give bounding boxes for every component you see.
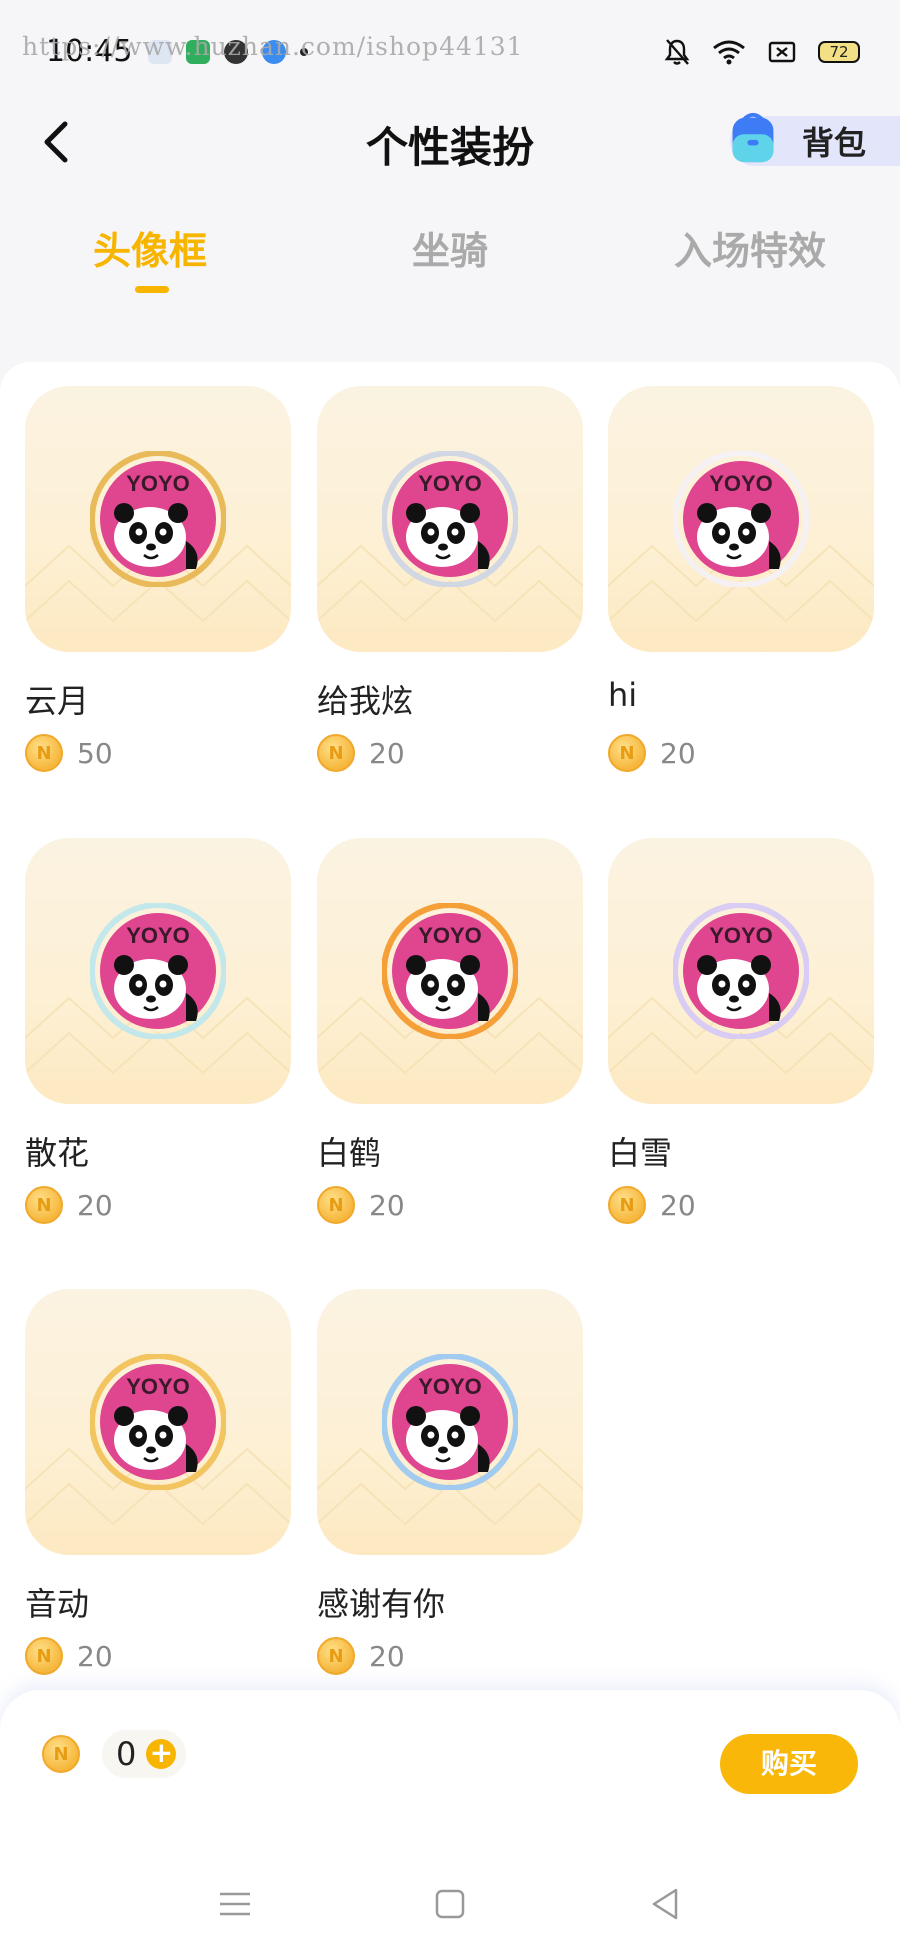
coin-icon: N xyxy=(317,734,355,772)
avatar-yoyo-text: YOYO xyxy=(126,471,190,496)
panda-avatar: YOYO xyxy=(382,903,518,1039)
avatar-frame-preview[interactable]: YOYO xyxy=(317,1289,583,1555)
panda-avatar: YOYO xyxy=(382,451,518,587)
square-home-icon xyxy=(435,1889,465,1919)
avatar-frame-preview[interactable]: YOYO xyxy=(608,838,874,1104)
wifi-icon xyxy=(713,40,745,65)
avatar-yoyo-text: YOYO xyxy=(418,1374,482,1399)
home-nav-button[interactable] xyxy=(430,1884,470,1924)
backpack-icon xyxy=(732,112,774,163)
item-name: 给我炫 xyxy=(317,682,414,720)
menu-lines-icon xyxy=(220,1892,250,1916)
tab-entrance-effect[interactable]: 入场特效 xyxy=(670,220,830,275)
watermark-url: https://www.huzhan.com/ishop44131 xyxy=(22,32,524,61)
coin-icon: N xyxy=(317,1637,355,1675)
tab-bar: 头像框 坐骑 入场特效 xyxy=(0,220,900,300)
item-price: 20 xyxy=(77,1639,113,1673)
coin-icon: N xyxy=(25,734,63,772)
avatar-frame-item[interactable]: YOYO 音动 N 20 xyxy=(25,1289,291,1675)
avatar-yoyo-text: YOYO xyxy=(418,471,482,496)
item-name: 云月 xyxy=(25,682,90,720)
buy-button[interactable]: 购买 xyxy=(720,1734,858,1794)
balance-value: 0 xyxy=(116,1735,137,1773)
avatar-frame-item[interactable]: YOYO 感谢有你 N 20 xyxy=(317,1289,583,1675)
back-nav-button[interactable] xyxy=(645,1884,685,1924)
panda-avatar: YOYO xyxy=(673,903,809,1039)
avatar-frame-item[interactable]: YOYO 散花 N 20 xyxy=(25,838,291,1224)
avatar-yoyo-text: YOYO xyxy=(709,923,773,948)
status-bar: 10:45 https://www.huzhan.com/ishop44131 … xyxy=(0,0,900,100)
coin-icon: N xyxy=(25,1186,63,1224)
item-price: 20 xyxy=(369,1639,405,1673)
battery-indicator: 72 xyxy=(818,41,860,63)
avatar-frame-preview[interactable]: YOYO xyxy=(25,1289,291,1555)
avatar-frame-preview[interactable]: YOYO xyxy=(317,386,583,652)
avatar-frame-preview[interactable]: YOYO xyxy=(608,386,874,652)
coin-icon: N xyxy=(317,1186,355,1224)
avatar-frame-item[interactable]: YOYO hi N 20 xyxy=(608,386,874,772)
system-nav-bar xyxy=(0,1870,900,1950)
panda-avatar: YOYO xyxy=(90,903,226,1039)
price-row: N 20 xyxy=(317,1637,405,1675)
coin-icon: N xyxy=(608,734,646,772)
backpack-button[interactable]: 背包 xyxy=(730,112,900,166)
coin-icon: N xyxy=(42,1735,80,1773)
screen: 10:45 https://www.huzhan.com/ishop44131 … xyxy=(0,0,900,1950)
panda-avatar: YOYO xyxy=(673,451,809,587)
item-grid-panel: YOYO 云月 N 50 YOYO 给我炫 N 20 YOYO hi N 20 YOYO 散花 N 20 YOY… xyxy=(0,362,900,1742)
avatar-frame-item[interactable]: YOYO 云月 N 50 xyxy=(25,386,291,772)
balance-group: N 0 + xyxy=(42,1730,187,1778)
sim-card-icon xyxy=(768,41,796,63)
item-price: 20 xyxy=(369,736,405,770)
price-row: N 20 xyxy=(317,734,405,772)
bell-muted-icon xyxy=(664,39,690,65)
item-name: 散花 xyxy=(25,1134,90,1172)
avatar-frame-preview[interactable]: YOYO xyxy=(25,386,291,652)
tab-avatar-frame[interactable]: 头像框 xyxy=(90,220,210,275)
item-name: hi xyxy=(608,676,638,714)
item-name: 白鹤 xyxy=(317,1134,382,1172)
item-price: 20 xyxy=(660,1188,696,1222)
price-row: N 20 xyxy=(608,734,696,772)
avatar-yoyo-text: YOYO xyxy=(418,923,482,948)
avatar-frame-preview[interactable]: YOYO xyxy=(25,838,291,1104)
status-right-icons: 72 xyxy=(664,38,860,66)
tab-active-indicator xyxy=(135,286,169,293)
item-price: 20 xyxy=(369,1188,405,1222)
recharge-plus-icon[interactable]: + xyxy=(146,1739,177,1769)
item-price: 20 xyxy=(660,736,696,770)
price-row: N 50 xyxy=(25,734,113,772)
panda-avatar: YOYO xyxy=(90,451,226,587)
triangle-back-icon xyxy=(652,1888,678,1920)
item-price: 20 xyxy=(77,1188,113,1222)
avatar-frame-item[interactable]: YOYO 给我炫 N 20 xyxy=(317,386,583,772)
panda-avatar: YOYO xyxy=(90,1354,226,1490)
coin-icon: N xyxy=(25,1637,63,1675)
avatar-frame-item[interactable]: YOYO 白雪 N 20 xyxy=(608,838,874,1224)
avatar-frame-item[interactable]: YOYO 白鹤 N 20 xyxy=(317,838,583,1224)
avatar-yoyo-text: YOYO xyxy=(709,471,773,496)
tab-mount[interactable]: 坐骑 xyxy=(400,220,500,275)
item-name: 音动 xyxy=(25,1585,90,1623)
price-row: N 20 xyxy=(608,1186,696,1224)
price-row: N 20 xyxy=(25,1637,113,1675)
backpack-label: 背包 xyxy=(802,124,867,162)
coin-icon: N xyxy=(608,1186,646,1224)
item-name: 白雪 xyxy=(608,1134,673,1172)
price-row: N 20 xyxy=(25,1186,113,1224)
item-price: 50 xyxy=(77,736,113,770)
price-row: N 20 xyxy=(317,1186,405,1224)
panda-avatar: YOYO xyxy=(382,1354,518,1490)
header: 个性装扮 背包 xyxy=(0,100,900,184)
avatar-yoyo-text: YOYO xyxy=(126,923,190,948)
avatar-yoyo-text: YOYO xyxy=(126,1374,190,1399)
menu-nav-button[interactable] xyxy=(215,1884,255,1924)
balance-box[interactable]: 0 + xyxy=(102,1730,187,1778)
item-name: 感谢有你 xyxy=(317,1585,446,1623)
avatar-frame-preview[interactable]: YOYO xyxy=(317,838,583,1104)
